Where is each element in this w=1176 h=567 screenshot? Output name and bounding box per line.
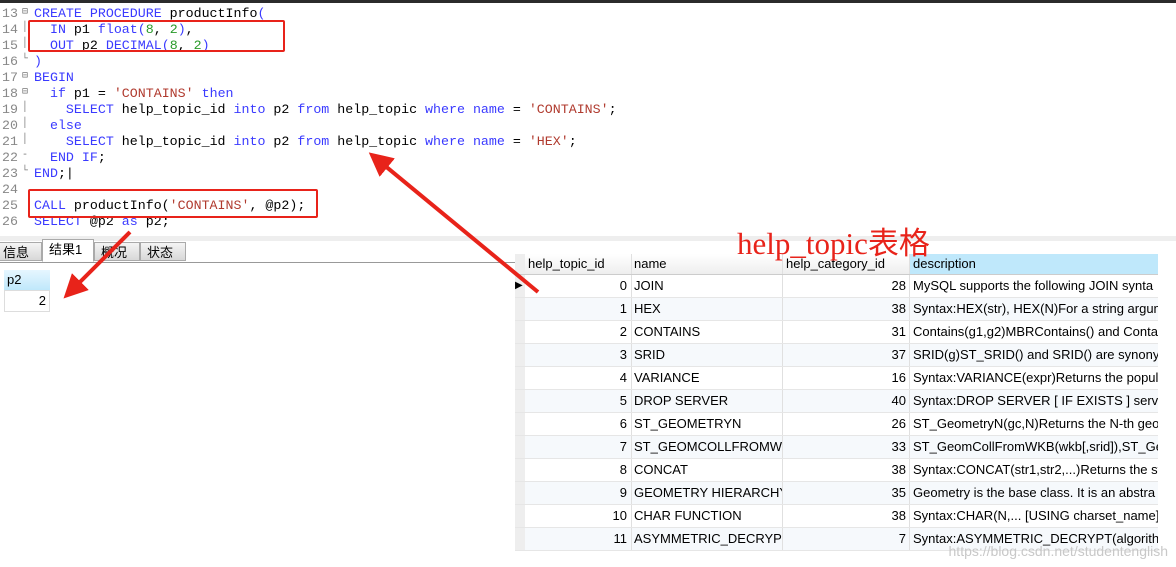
arrow-to-result: [63, 230, 132, 299]
annotation-arrows: [63, 152, 540, 299]
arrow-to-table: [368, 152, 540, 294]
